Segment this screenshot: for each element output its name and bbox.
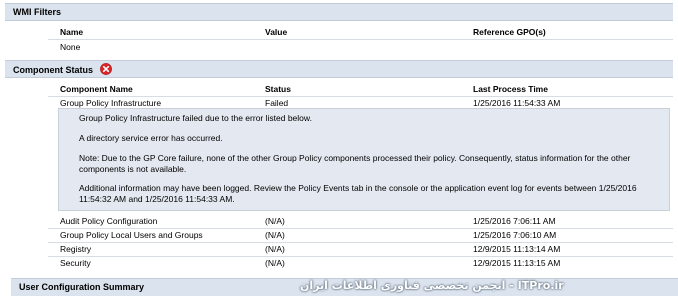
last-process-time-cell: 12/9/2015 11:13:14 AM [473,244,561,254]
row-divider [48,256,673,257]
detail-error-line: A directory service error has occurred. [79,133,223,143]
wmi-filter-name-cell: None [60,42,81,52]
component-status-title: Component Status [13,65,93,75]
column-header-component-name: Component Name [60,84,133,94]
last-process-time-cell: 12/9/2015 11:13:15 AM [473,258,561,268]
last-process-time-cell: 1/25/2016 7:06:10 AM [473,230,557,240]
detail-additional-line-cont: 11:54:32 AM and 1/25/2016 11:54:33 AM. [79,194,235,204]
column-header-status: Status [265,84,291,94]
component-name-cell[interactable]: Audit Policy Configuration [60,215,157,227]
status-cell: (N/A) [265,258,285,268]
detail-note-line-cont: components is not available. [79,164,187,174]
detail-note-line: Note: Due to the GP Core failure, none o… [79,153,631,163]
column-header-name: Name [60,27,84,37]
status-cell: (N/A) [265,230,285,240]
wmi-filters-table: Name Value Reference GPO(s) None [48,21,673,57]
component-status-header[interactable]: Component Status [5,60,673,78]
error-detail-box: Group Policy Infrastructure failed due t… [58,108,670,211]
user-configuration-summary-title: User Configuration Summary [19,282,145,292]
detail-additional-line: Additional information may have been log… [79,183,637,193]
wmi-filters-header[interactable]: WMI Filters [5,3,673,21]
column-header-value: Value [265,27,288,37]
error-x-icon [99,63,112,75]
status-cell: (N/A) [265,216,285,226]
column-header-last-process-time: Last Process Time [473,84,548,94]
component-name-cell[interactable]: Registry [60,243,91,255]
last-process-time-cell: 1/25/2016 7:06:11 AM [473,216,556,226]
status-cell: (N/A) [265,244,285,254]
component-name-cell[interactable]: Group Policy Local Users and Groups [60,229,203,241]
detail-failure-line: Group Policy Infrastructure failed due t… [79,113,312,123]
wmi-filters-title: WMI Filters [13,7,62,17]
component-name-cell[interactable]: Security [60,257,91,269]
site-watermark: انجمن تخصصی فناوری اطلاعات ایران - ITPro… [300,279,564,292]
header-divider [48,39,673,40]
column-header-reference-gpos: Reference GPO(s) [473,27,546,37]
row-divider [48,242,673,243]
